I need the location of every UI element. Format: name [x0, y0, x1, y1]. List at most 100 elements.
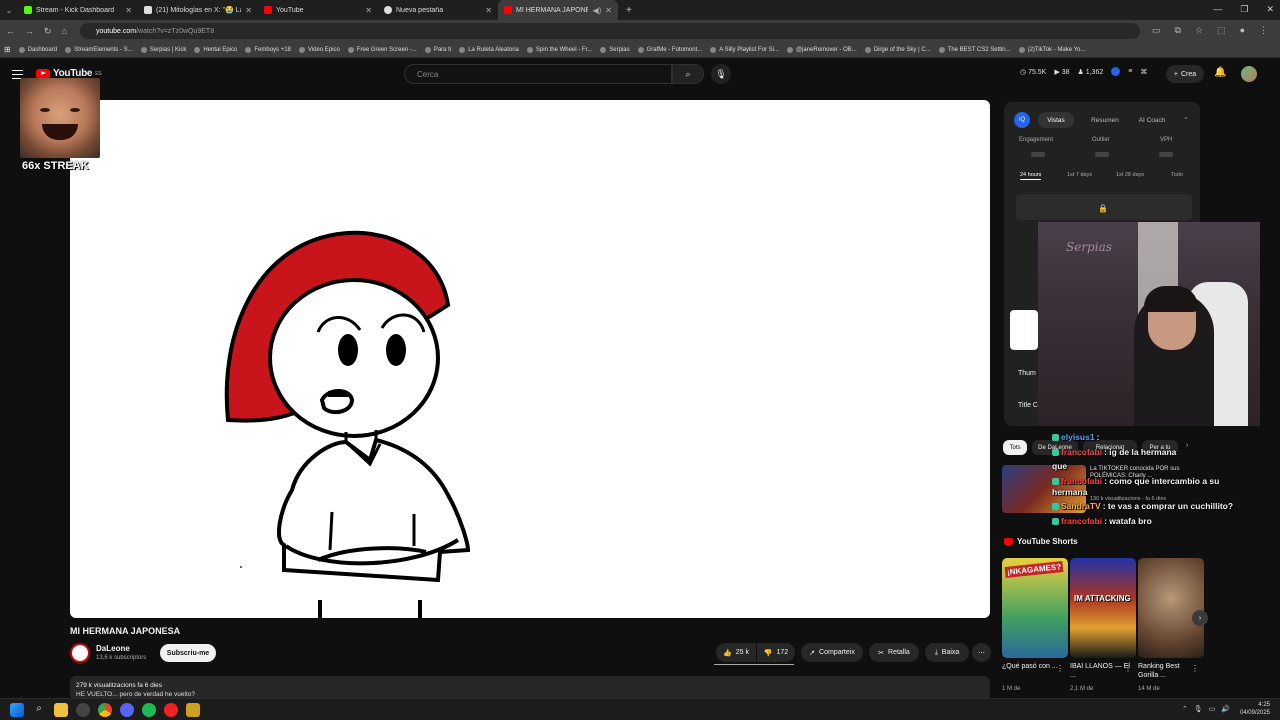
minimize-icon[interactable]: — [1213, 4, 1222, 15]
dislike-button[interactable]: 👎 172 [757, 643, 795, 662]
search-icon[interactable]: ⌕ [32, 703, 46, 717]
chip-all[interactable]: Tots [1003, 440, 1027, 455]
browser-tab-x[interactable]: (21) Mitologías en X: "😭 La c ✕ [138, 0, 258, 20]
profile-icon[interactable]: ● [1240, 25, 1245, 36]
star-icon[interactable]: ☆ [1195, 25, 1203, 36]
download-button[interactable]: ⤓ Baixa [925, 643, 969, 662]
short-thumbnail[interactable]: ¡NKAGAMES? [1002, 558, 1068, 658]
cast-icon[interactable]: ▭ [1152, 25, 1161, 36]
app-icon[interactable] [164, 703, 178, 717]
bookmark-item[interactable]: Para ti [424, 46, 451, 53]
file-explorer-icon[interactable] [54, 703, 68, 717]
chrome-icon[interactable] [98, 703, 112, 717]
bookmark-item[interactable]: Dashboard [18, 46, 57, 53]
spotify-icon[interactable] [142, 703, 156, 717]
home-icon[interactable]: ⌂ [62, 26, 67, 36]
browser-tab-new[interactable]: Nueva pestaña ✕ [378, 0, 498, 20]
speaker-icon[interactable]: ◀) [592, 6, 601, 15]
close-icon[interactable]: ✕ [125, 6, 132, 15]
discord-icon[interactable] [120, 703, 134, 717]
more-icon[interactable]: ⋮ [1056, 664, 1064, 673]
browser-tab-youtube[interactable]: YouTube ✕ [258, 0, 378, 20]
tab-vistas[interactable]: Vistas [1038, 112, 1074, 128]
system-clock[interactable]: 4:25 04/09/2025 [1240, 702, 1270, 718]
bookmark-item[interactable]: Femboys +18 [245, 46, 291, 53]
short-thumbnail[interactable]: IM ATTACKING [1070, 558, 1136, 658]
bookmark-item[interactable]: Dirge of the Sky | C... [864, 46, 931, 53]
range-7d[interactable]: 1st 7 days [1067, 172, 1092, 178]
video-player[interactable] [70, 100, 990, 618]
close-icon[interactable]: ✕ [245, 6, 252, 15]
browser-tab-video[interactable]: MI HERMANA JAPONESA -◀)✕ [498, 0, 618, 20]
volume-icon[interactable]: 🔊 [1221, 705, 1230, 713]
bookmark-item[interactable]: The BEST CS2 Settin... [938, 46, 1011, 53]
description-box[interactable]: 279 k visualitzacions fa 6 dies HE VUELT… [70, 676, 990, 700]
short-title[interactable]: Ranking Best Gorilla ... [1138, 662, 1198, 680]
close-icon[interactable]: ✕ [365, 6, 372, 15]
close-icon[interactable]: ✕ [605, 6, 612, 15]
more-icon[interactable]: ⋮ [1191, 664, 1199, 673]
close-window-icon[interactable]: ✕ [1266, 4, 1274, 15]
bookmark-item[interactable]: Serpias | Kick [140, 46, 186, 53]
notifications-bell-icon[interactable]: 🔔 [1214, 67, 1226, 78]
collapse-icon[interactable]: ⌃ [1180, 112, 1192, 128]
bookmark-item[interactable]: @janeRemover - OB... [786, 46, 857, 53]
network-icon[interactable]: ▭ [1209, 705, 1216, 713]
bookmark-item[interactable]: StreamElements - S... [65, 46, 133, 53]
channel-avatar[interactable] [70, 643, 90, 663]
search-input[interactable]: Cerca [404, 64, 672, 84]
list-icon[interactable]: ≡ [1128, 68, 1132, 75]
bookmark-item[interactable]: Video Epico [298, 46, 340, 53]
close-icon[interactable]: ✕ [485, 6, 492, 15]
shorts-next-button[interactable]: › [1192, 610, 1208, 626]
bookmark-item[interactable]: Hentai Epico [194, 46, 237, 53]
range-24h[interactable]: 24 hours [1020, 172, 1042, 180]
like-button[interactable]: 👍 25 k [716, 643, 756, 662]
bookmark-item[interactable]: Free Green Screen -... [347, 46, 417, 53]
streak-emote-image [20, 78, 100, 158]
clip-button[interactable]: ✂ Retalla [869, 643, 919, 662]
short-title[interactable]: ¿Qué pasó con ... [1002, 662, 1062, 671]
browser-tab-kick[interactable]: Stream - Kick Dashboard ✕ [18, 0, 138, 20]
bookmark-item[interactable]: Serpias [600, 46, 630, 53]
bookmark-icon [600, 46, 607, 53]
reload-icon[interactable]: ↻ [44, 26, 52, 37]
tab-resumen[interactable]: Resumen [1086, 112, 1124, 128]
account-avatar[interactable] [1241, 66, 1257, 82]
bookmark-item[interactable]: (2)TikTok - Make Yo... [1018, 46, 1085, 53]
more-icon[interactable]: ⋮ [1259, 25, 1268, 36]
channel-name[interactable]: DaLeone [96, 644, 130, 653]
subscribe-button[interactable]: Subscriu-me [160, 644, 216, 662]
windows-start-icon[interactable] [10, 703, 24, 717]
translate-icon[interactable]: ⧉ [1175, 25, 1181, 36]
url-input[interactable]: youtube.com/watch?v=zTz0wQu9ET8 [80, 23, 1140, 39]
vidiq-icon[interactable] [1111, 67, 1121, 76]
extensions-icon[interactable]: ⬚ [1217, 25, 1226, 36]
bookmark-item[interactable]: La Ruleta Aleatoria [459, 46, 519, 53]
share-button[interactable]: ↗ Comparteix [801, 643, 863, 662]
short-title[interactable]: IBAI LLANOS — El ... [1070, 662, 1130, 680]
range-all[interactable]: Todo [1171, 172, 1183, 178]
short-thumbnail[interactable] [1138, 558, 1204, 658]
apps-icon[interactable]: ⊞ [4, 45, 11, 54]
tab-search-icon[interactable]: ⌄ [0, 6, 18, 15]
search-button[interactable]: ⌕ [672, 64, 704, 84]
bookmark-item[interactable]: A Silly Playlist For Si... [710, 46, 779, 53]
app-icon[interactable] [186, 703, 200, 717]
mic-icon[interactable]: 🎙 [1194, 705, 1203, 713]
chevron-up-icon[interactable]: ⌃ [1182, 705, 1188, 713]
range-28d[interactable]: 1st 28 days [1116, 172, 1144, 178]
maximize-icon[interactable]: ❐ [1240, 4, 1248, 15]
more-icon[interactable]: ⋮ [1124, 664, 1132, 673]
tab-ai-coach[interactable]: AI Coach [1132, 112, 1172, 128]
create-button[interactable]: + Crea [1166, 65, 1204, 83]
forward-icon[interactable]: → [25, 26, 34, 36]
voice-search-button[interactable]: 🎙 [711, 64, 731, 84]
bookmark-item[interactable]: Spin the Wheel - Fr... [526, 46, 592, 53]
back-icon[interactable]: ← [6, 26, 15, 36]
more-actions-button[interactable]: ⋯ [972, 643, 991, 662]
app-icon[interactable] [76, 703, 90, 717]
ext-icon[interactable]: ⌘ [1140, 68, 1147, 76]
new-tab-button[interactable]: + [626, 5, 632, 16]
bookmark-item[interactable]: GrafMe - Fotomont... [637, 46, 702, 53]
